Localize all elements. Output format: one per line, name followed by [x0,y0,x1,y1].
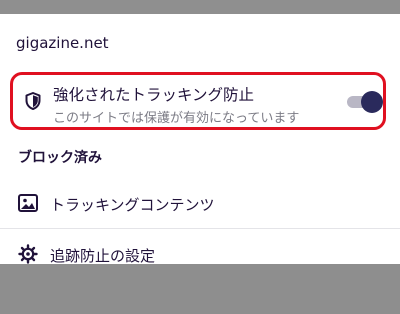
gear-icon [18,244,38,264]
toggle-thumb [361,91,383,113]
screen: gigazine.net 強化されたトラッキング防止 このサイトでは保護が有効に… [0,0,400,314]
tracking-content-label: トラッキングコンテンツ [50,196,215,214]
etp-title: 強化されたトラッキング防止 [53,86,255,104]
protection-settings-label: 追跡防止の設定 [50,247,156,265]
dimmed-page-bottom [0,264,400,314]
blocked-section-header: ブロック済み [18,150,102,166]
site-protection-panel: gigazine.net 強化されたトラッキング防止 このサイトでは保護が有効に… [0,14,400,265]
blocked-item-tracking-content[interactable]: トラッキングコンテンツ [0,182,400,226]
dimmed-page-top [0,0,400,14]
etp-status: このサイトでは保護が有効になっています [53,111,300,126]
enhanced-tracking-protection-row[interactable]: 強化されたトラッキング防止 このサイトでは保護が有効になっています [10,72,386,130]
shield-icon [25,92,41,110]
image-icon [18,194,38,212]
divider [0,228,400,229]
etp-toggle[interactable] [347,91,383,113]
site-domain: gigazine.net [16,34,109,52]
